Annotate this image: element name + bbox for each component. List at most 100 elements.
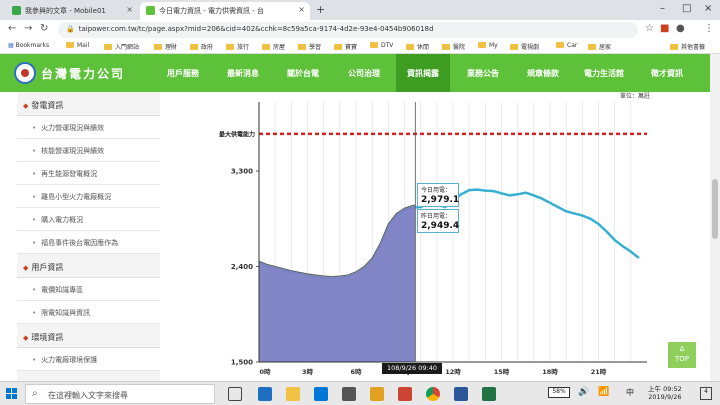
folder-icon bbox=[190, 44, 198, 50]
folder-icon bbox=[406, 44, 414, 50]
bookmark-folder[interactable]: 醫院 bbox=[442, 42, 465, 51]
diamond-icon: ◆ bbox=[23, 334, 29, 342]
tab-taipower[interactable]: 今日電力資訊 - 電力供需資訊 - 台 × bbox=[140, 2, 310, 20]
today-label: 今日用電： bbox=[421, 187, 452, 194]
cursor-time-label: 108/9/26 09:40 bbox=[382, 363, 442, 374]
site-logo[interactable]: 台灣電力公司 bbox=[14, 61, 125, 85]
bookmark-folder[interactable]: 居家 bbox=[588, 42, 611, 51]
clock-time: 上午 09:52 bbox=[648, 385, 682, 393]
system-clock[interactable]: 上午 09:52 2019/9/26 bbox=[648, 385, 682, 401]
sidebar-item[interactable]: • 電價知識專區 bbox=[17, 278, 160, 301]
bookmark-folder[interactable]: 其他書籤 bbox=[670, 42, 705, 51]
maximize-icon[interactable]: □ bbox=[682, 3, 691, 14]
sidebar-item[interactable]: • 再生能源發電概況 bbox=[17, 162, 160, 185]
bookmark-folder[interactable]: 入門網站 bbox=[104, 42, 139, 51]
battery-indicator[interactable]: 58% bbox=[548, 387, 570, 398]
sidebar-item[interactable]: • 限電知識與資訊 bbox=[17, 301, 160, 324]
word-icon[interactable] bbox=[454, 387, 468, 401]
task-view-icon[interactable] bbox=[228, 387, 242, 401]
windows-start-icon[interactable] bbox=[6, 388, 18, 400]
nav-item[interactable]: 規章條款 bbox=[518, 54, 568, 92]
scrollbar-thumb[interactable] bbox=[712, 179, 718, 239]
sidebar-group[interactable]: ◆ 環境資訊 bbox=[17, 324, 160, 348]
sidebar-group[interactable]: ◆ 發電資訊 bbox=[17, 92, 160, 116]
window-close-icon[interactable]: × bbox=[704, 3, 712, 14]
nav-item-active[interactable]: 資訊揭露 bbox=[396, 54, 450, 92]
bookmark-folder[interactable]: 休閒 bbox=[406, 42, 429, 51]
back-to-top-button[interactable]: Δ TOP bbox=[668, 342, 696, 368]
star-icon[interactable]: ☆ bbox=[645, 23, 654, 34]
volume-icon[interactable]: 🔊 bbox=[578, 387, 589, 397]
nav-item[interactable]: 公司治理 bbox=[338, 54, 390, 92]
ime-indicator[interactable]: 中 bbox=[626, 387, 634, 398]
url-field[interactable]: 🔒 taipower.com.tw/tc/page.aspx?mid=206&ci… bbox=[58, 22, 638, 38]
today-tooltip: 今日用電： 2,979.1 bbox=[417, 183, 459, 207]
page-scrollbar[interactable] bbox=[710, 54, 720, 381]
profile-icon[interactable]: ● bbox=[676, 23, 685, 34]
excel-icon[interactable] bbox=[482, 387, 496, 401]
app-icon[interactable] bbox=[370, 387, 384, 401]
edge-icon[interactable] bbox=[258, 387, 272, 401]
power-load-chart[interactable]: 1,5002,4003,3000時3時6時9時12時15時18時21時最大供電能… bbox=[197, 96, 667, 378]
forward-icon[interactable]: → bbox=[24, 23, 32, 34]
file-explorer-icon[interactable] bbox=[286, 387, 300, 401]
bookmark-folder[interactable]: 政府 bbox=[190, 42, 213, 51]
bookmark-folder[interactable]: Car bbox=[556, 42, 577, 49]
folder-icon bbox=[154, 44, 162, 50]
search-icon: ⌕ bbox=[32, 388, 38, 399]
tab-mobile01[interactable]: 我參與的文章 - Mobile01 × bbox=[6, 2, 138, 20]
diamond-icon: ◆ bbox=[23, 102, 29, 110]
y-tick-label: 3,300 bbox=[231, 167, 253, 175]
app-icon[interactable] bbox=[398, 387, 412, 401]
network-icon[interactable]: 📶 bbox=[598, 387, 609, 397]
new-tab-button[interactable]: + bbox=[316, 3, 325, 16]
mail-icon[interactable] bbox=[342, 387, 356, 401]
tab-title: 今日電力資訊 - 電力供需資訊 - 台 bbox=[159, 7, 264, 15]
sidebar-group[interactable]: ◆ 用戶資訊 bbox=[17, 254, 160, 278]
sidebar-item[interactable]: • 火力電廠環境保護 bbox=[17, 348, 160, 371]
sidebar-item[interactable]: • 福島事件後台電因應作為 bbox=[17, 231, 160, 254]
bookmark-folder[interactable]: 寶寶 bbox=[334, 42, 357, 51]
minimize-icon[interactable]: – bbox=[660, 3, 665, 14]
nav-item[interactable]: 關於台電 bbox=[278, 54, 328, 92]
sidebar-item[interactable]: • 火力營運現況與績效 bbox=[17, 116, 160, 139]
sidebar-item[interactable]: • 離島小型火力電廠概況 bbox=[17, 185, 160, 208]
bookmark-folder[interactable]: 房屋 bbox=[262, 42, 285, 51]
close-icon[interactable]: × bbox=[298, 5, 305, 14]
bookmark-folder[interactable]: My bbox=[478, 42, 498, 49]
notification-center-icon[interactable]: 4 bbox=[700, 387, 712, 400]
nav-item[interactable]: 用戶服務 bbox=[158, 54, 208, 92]
bullet-icon: • bbox=[32, 124, 37, 132]
bookmark-folder[interactable]: 旅行 bbox=[226, 42, 249, 51]
bullet-icon: • bbox=[32, 239, 37, 247]
bookmark-folder[interactable]: DTV bbox=[370, 42, 393, 49]
nav-item[interactable]: 電力生活館 bbox=[574, 54, 634, 92]
nav-item[interactable]: 業務公告 bbox=[458, 54, 508, 92]
bullet-icon: • bbox=[32, 216, 37, 224]
chrome-icon[interactable] bbox=[426, 387, 440, 401]
extension-icon[interactable]: ■ bbox=[660, 23, 669, 34]
nav-item[interactable]: 徵才資訊 bbox=[640, 54, 694, 92]
bookmark-folder[interactable]: 電視劇 bbox=[510, 42, 539, 51]
reload-icon[interactable]: ↻ bbox=[40, 23, 48, 34]
bookmark-apps[interactable]: ▦ Bookmarks bbox=[8, 42, 49, 49]
folder-icon bbox=[298, 44, 306, 50]
nav-item[interactable]: 最新消息 bbox=[218, 54, 268, 92]
bookmark-folder[interactable]: 理財 bbox=[154, 42, 177, 51]
back-icon[interactable]: ← bbox=[8, 23, 16, 34]
bookmark-folder[interactable]: Mail bbox=[66, 42, 89, 49]
x-tick-label: 3時 bbox=[302, 367, 314, 376]
sidebar-item[interactable]: • 購入電力概況 bbox=[17, 208, 160, 231]
menu-icon[interactable]: ⋮ bbox=[704, 23, 714, 34]
folder-icon bbox=[226, 44, 234, 50]
folder-icon bbox=[104, 44, 112, 50]
sidebar-item[interactable]: • 核能營運現況與績效 bbox=[17, 139, 160, 162]
lock-icon: 🔒 bbox=[66, 25, 75, 33]
x-tick-label: 6時 bbox=[350, 367, 362, 376]
bookmark-folder[interactable]: 學習 bbox=[298, 42, 321, 51]
taskbar-search[interactable]: ⌕ 在這裡輸入文字來搜尋 bbox=[25, 384, 215, 404]
store-icon[interactable] bbox=[314, 387, 328, 401]
folder-icon bbox=[478, 42, 486, 48]
close-icon[interactable]: × bbox=[126, 5, 133, 14]
tab-favicon bbox=[146, 6, 155, 15]
